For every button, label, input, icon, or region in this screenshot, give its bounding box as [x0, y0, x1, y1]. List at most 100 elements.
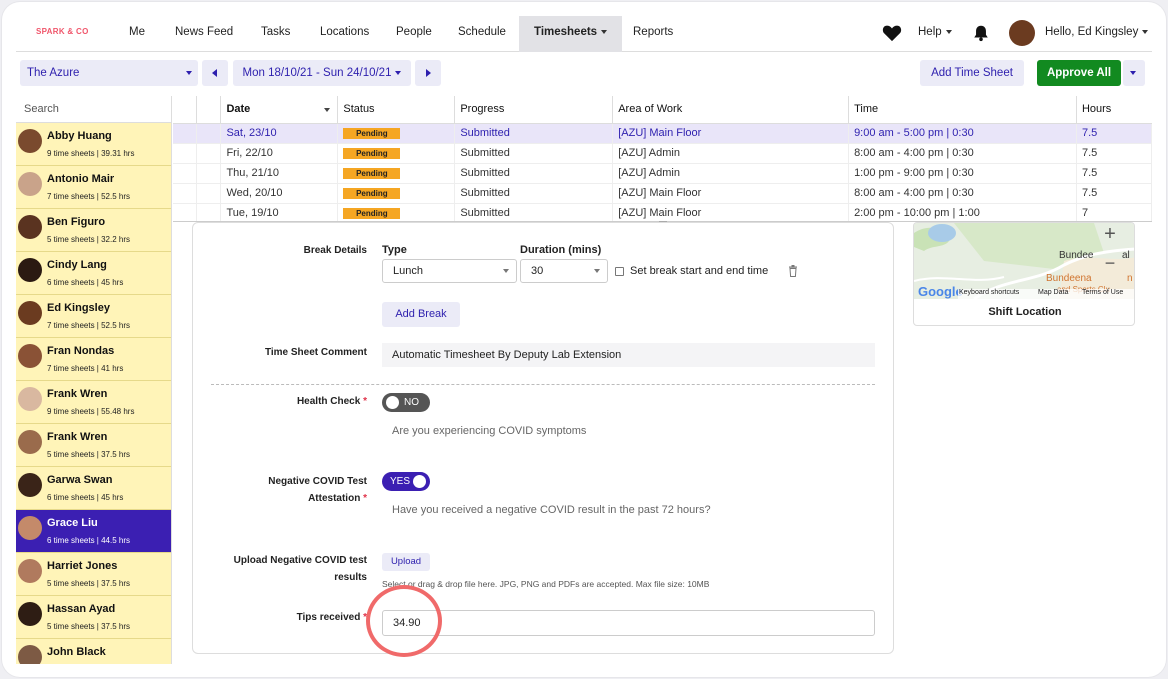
add-time-sheet-button[interactable]: Add Time Sheet	[920, 60, 1024, 86]
column-header-time[interactable]: Time	[848, 96, 1077, 124]
row-expand-cell[interactable]	[196, 123, 222, 144]
nav-tasks[interactable]: Tasks	[261, 16, 290, 52]
nav-people[interactable]: People	[396, 16, 432, 52]
add-break-button[interactable]: Add Break	[382, 302, 460, 327]
employee-name: Ed Kingsley	[47, 302, 110, 314]
tips-received-input[interactable]: 34.90	[382, 610, 875, 636]
chevron-down-icon	[945, 29, 952, 34]
row-select-cell[interactable]	[173, 183, 198, 204]
employee-summary: 7 time sheets | 52.5 hrs	[47, 321, 131, 330]
employee-list-item[interactable]: Cindy Lang 6 time sheets | 45 hrs	[16, 252, 171, 295]
employee-list-item[interactable]: John Black	[16, 639, 171, 664]
brand-logo[interactable]: SPARK & CO	[36, 27, 89, 36]
table-row[interactable]: Sat, 23/10 Pending Submitted [AZU] Main Flo…	[173, 123, 1152, 144]
zoom-in-button[interactable]: +	[1098, 224, 1122, 244]
approve-options-button[interactable]	[1123, 60, 1145, 86]
approve-all-button[interactable]: Approve All	[1037, 60, 1121, 86]
set-break-times-checkbox[interactable]	[615, 267, 624, 276]
annotation-circle	[366, 585, 442, 657]
row-select-cell[interactable]	[173, 203, 198, 221]
hours-cell: 7.5	[1076, 183, 1152, 204]
keyboard-shortcuts-link[interactable]: Keyboard shortcuts	[959, 289, 1019, 296]
user-menu[interactable]: Hello, Ed Kingsley	[1045, 16, 1149, 52]
progress-cell: Submitted	[454, 183, 614, 204]
app-window: SPARK & CO Me News Feed Tasks Locations …	[16, 16, 1152, 664]
zoom-out-button[interactable]: −	[1098, 253, 1122, 273]
employee-name: Harriet Jones	[47, 560, 118, 572]
table-row[interactable]: Tue, 19/10 Pending Submitted [AZU] Main Flo…	[173, 203, 1152, 221]
hours-cell: 7	[1076, 203, 1152, 221]
column-header-status[interactable]: Status	[337, 96, 456, 124]
break-duration-select[interactable]: 30	[520, 259, 608, 283]
map-data-link[interactable]: Map Data	[1038, 289, 1068, 296]
employee-avatar	[18, 344, 42, 368]
nav-timesheets[interactable]: Timesheets	[519, 16, 623, 52]
employee-search-input[interactable]: Search	[16, 96, 171, 123]
column-header-area[interactable]: Area of Work	[612, 96, 850, 124]
heart-icon[interactable]	[882, 24, 902, 42]
next-week-button[interactable]	[415, 60, 441, 86]
health-check-toggle[interactable]: NO	[382, 393, 430, 412]
chevron-down-icon	[503, 269, 509, 273]
date-cell: Tue, 19/10	[220, 203, 339, 221]
break-type-select[interactable]: Lunch	[382, 259, 517, 283]
nav-schedule[interactable]: Schedule	[458, 16, 506, 52]
timesheet-comment-field[interactable]: Automatic Timesheet By Deputy Lab Extens…	[382, 343, 875, 367]
row-expand-cell[interactable]	[196, 183, 222, 204]
location-map[interactable]: Bundee al Bundeena n and Sports Clu + − …	[914, 223, 1134, 299]
employee-list-item[interactable]: Abby Huang 9 time sheets | 39.31 hrs	[16, 123, 171, 166]
employee-list-item[interactable]: Grace Liu 6 time sheets | 44.5 hrs	[16, 510, 171, 553]
status-cell: Pending	[337, 163, 456, 184]
table-row[interactable]: Fri, 22/10 Pending Submitted [AZU] Admin 8:0…	[173, 143, 1152, 164]
column-header-date[interactable]: Date	[220, 96, 339, 124]
health-check-value: NO	[404, 397, 419, 408]
row-expand-cell[interactable]	[196, 143, 222, 164]
upload-covid-label-line-1: Upload Negative COVID test	[233, 555, 367, 566]
progress-cell: Submitted	[454, 123, 614, 144]
nav-locations[interactable]: Locations	[320, 16, 369, 52]
progress-cell: Submitted	[454, 143, 614, 164]
nav-reports[interactable]: Reports	[633, 16, 673, 52]
terms-of-use-link[interactable]: Terms of Use	[1082, 289, 1123, 296]
employee-name: Antonio Mair	[47, 173, 115, 185]
upload-covid-label-line-2: results	[334, 572, 367, 583]
chevron-down-icon	[1142, 29, 1149, 34]
table-row[interactable]: Thu, 21/10 Pending Submitted [AZU] Admin 1:0…	[173, 163, 1152, 184]
nav-me[interactable]: Me	[129, 16, 145, 52]
employee-list-item[interactable]: Fran Nondas 7 time sheets | 41 hrs	[16, 338, 171, 381]
location-select[interactable]: The Azure	[20, 60, 198, 86]
comment-label: Time Sheet Comment	[264, 347, 367, 358]
employee-list-item[interactable]: Hassan Ayad 5 time sheets | 37.5 hrs	[16, 596, 171, 639]
employee-list-item[interactable]: Ben Figuro 5 time sheets | 32.2 hrs	[16, 209, 171, 252]
employee-list-item[interactable]: Frank Wren 5 time sheets | 37.5 hrs	[16, 424, 171, 467]
row-expand-cell[interactable]	[196, 163, 222, 184]
employee-list-item[interactable]: Harriet Jones 5 time sheets | 37.5 hrs	[16, 553, 171, 596]
row-select-cell[interactable]	[173, 143, 198, 164]
employee-list-item[interactable]: Frank Wren 9 time sheets | 55.48 hrs	[16, 381, 171, 424]
user-avatar[interactable]	[1009, 20, 1035, 46]
notification-bell-icon[interactable]	[972, 24, 990, 42]
row-select-cell[interactable]	[173, 163, 198, 184]
date-range-select[interactable]: Mon 18/10/21 - Sun 24/10/21	[233, 60, 411, 86]
previous-week-button[interactable]	[202, 60, 228, 86]
row-select-cell[interactable]	[173, 123, 198, 144]
help-menu[interactable]: Help	[918, 16, 952, 52]
column-header-hours[interactable]: Hours	[1076, 96, 1152, 124]
table-row[interactable]: Wed, 20/10 Pending Submitted [AZU] Main Flo…	[173, 183, 1152, 204]
employee-list-item[interactable]: Ed Kingsley 7 time sheets | 52.5 hrs	[16, 295, 171, 338]
employee-avatar	[18, 301, 42, 325]
covid-test-toggle[interactable]: YES	[382, 472, 430, 491]
required-marker: *	[363, 493, 367, 504]
row-expand-cell[interactable]	[196, 203, 222, 221]
map-place-label-2-end: n	[1127, 273, 1133, 284]
shift-location-card: Bundee al Bundeena n and Sports Clu + − …	[913, 222, 1135, 326]
employee-list-item[interactable]: Antonio Mair 7 time sheets | 52.5 hrs	[16, 166, 171, 209]
status-badge: Pending	[343, 188, 401, 199]
column-header-progress[interactable]: Progress	[454, 96, 614, 124]
upload-button[interactable]: Upload	[382, 553, 430, 571]
nav-news-feed[interactable]: News Feed	[175, 16, 233, 52]
employee-list-item[interactable]: Garwa Swan 6 time sheets | 45 hrs	[16, 467, 171, 510]
toggle-knob	[386, 396, 399, 409]
trash-icon[interactable]	[788, 265, 798, 277]
chevron-down-icon	[601, 29, 608, 34]
